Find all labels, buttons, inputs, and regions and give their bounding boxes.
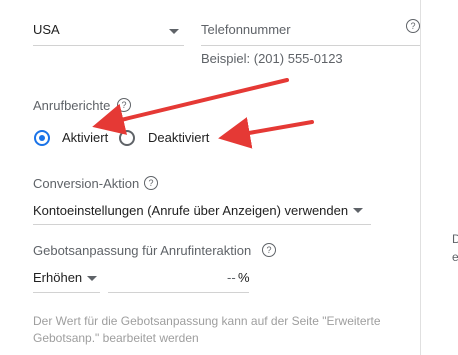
annotation-arrow: [218, 117, 314, 149]
annotation-arrows: [92, 78, 314, 149]
annotation-arrow: [92, 78, 289, 135]
